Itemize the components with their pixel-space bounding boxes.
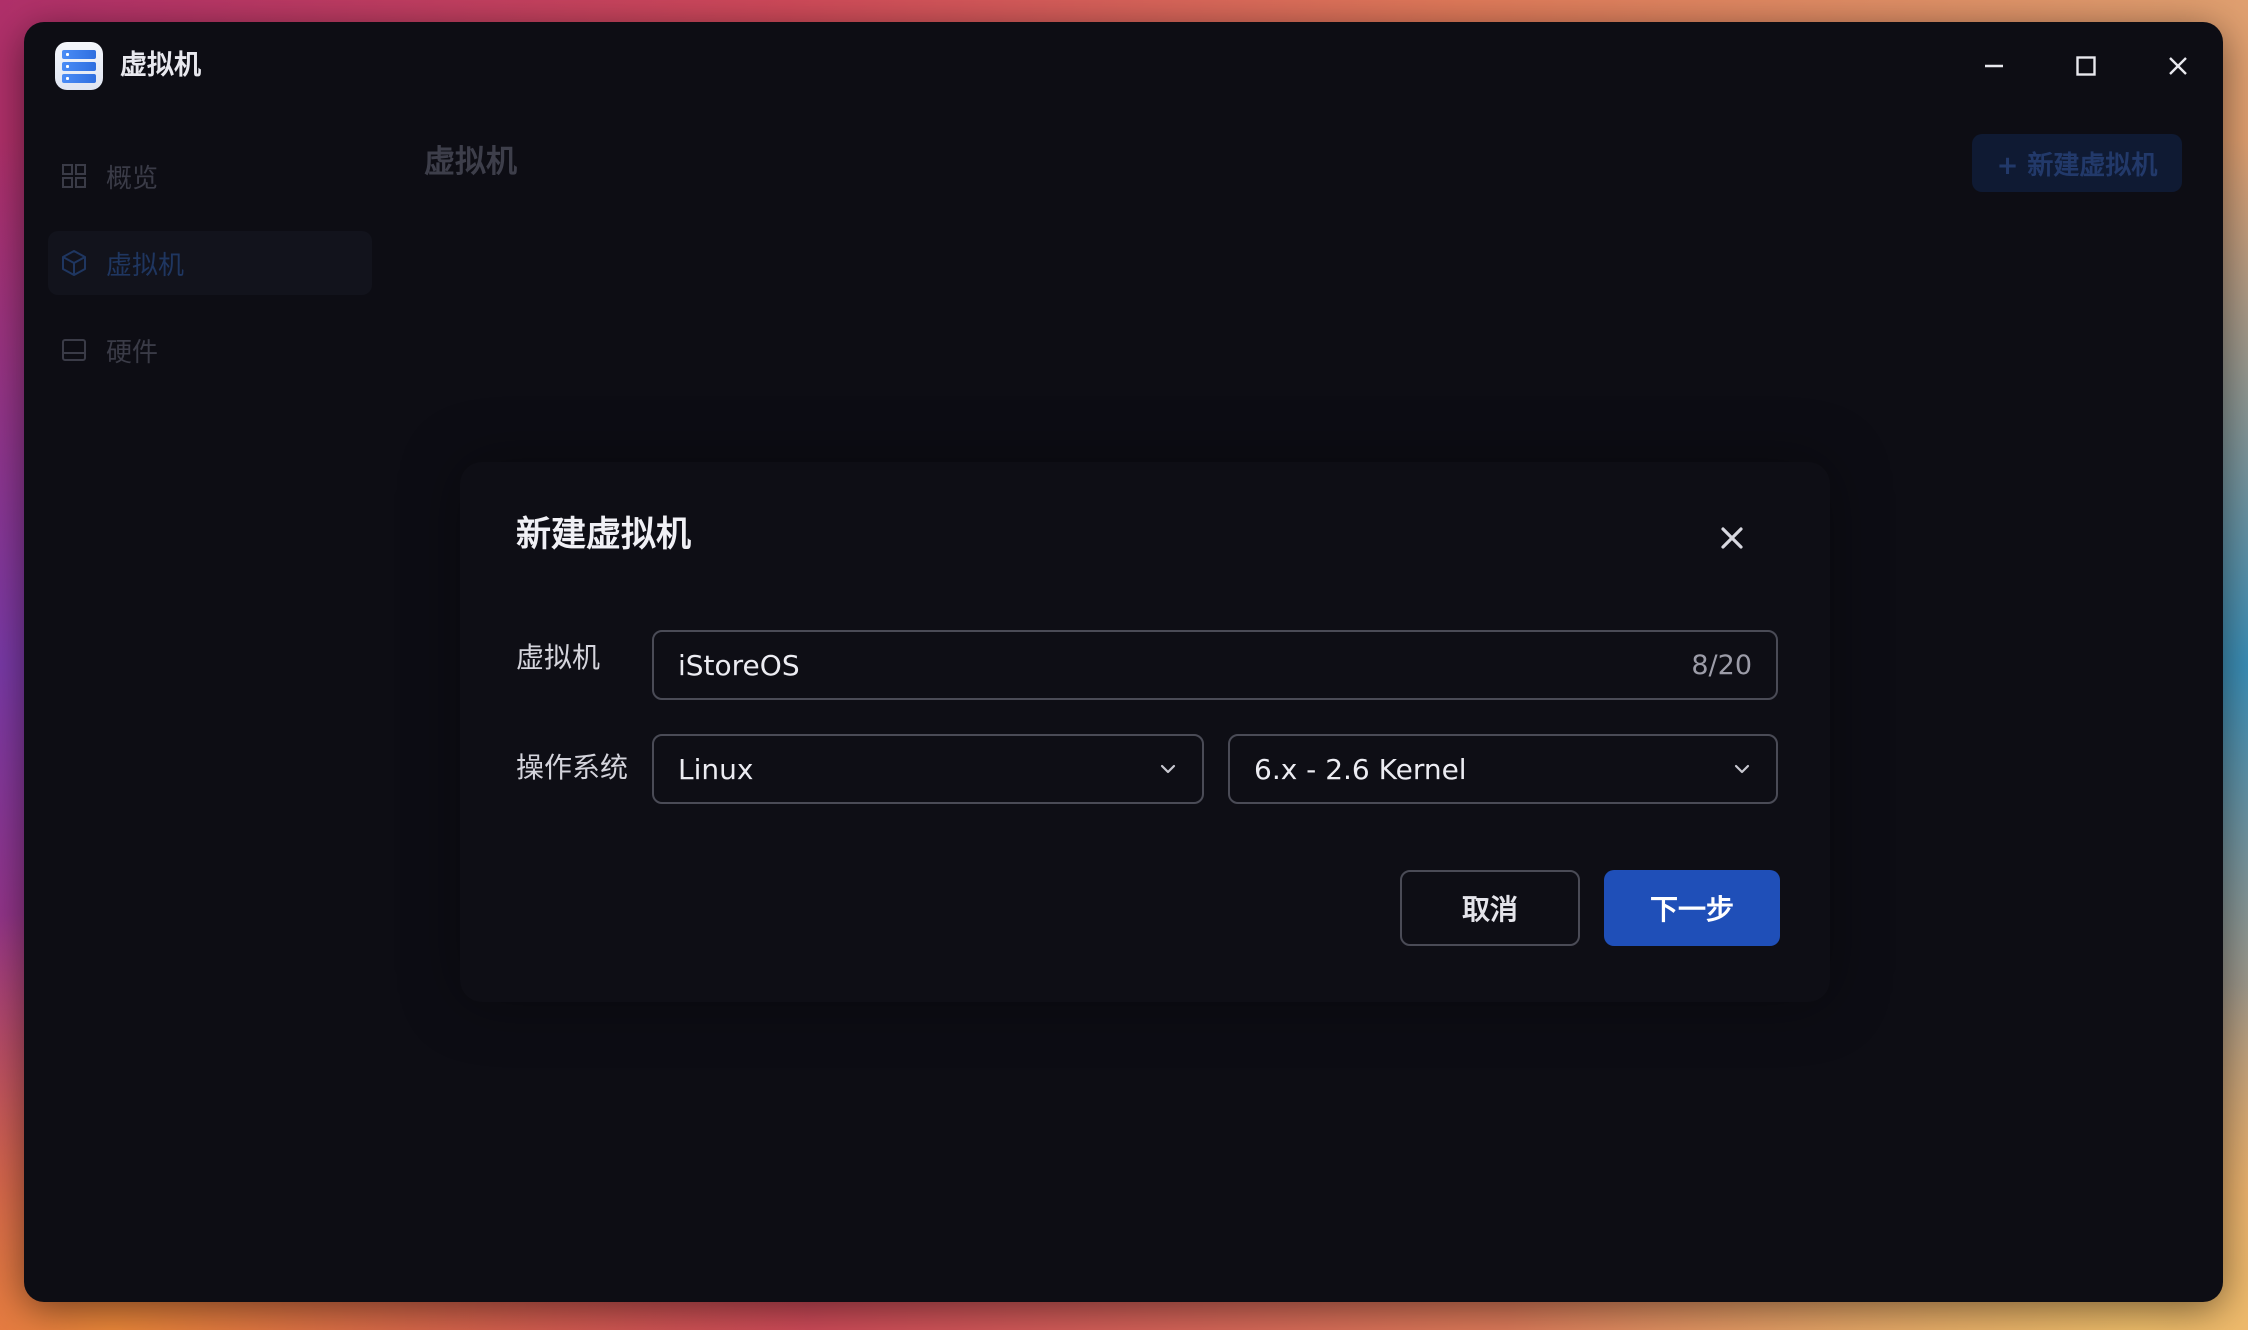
vm-name-input[interactable]: iStoreOS 8/20 <box>652 630 1778 700</box>
char-counter: 8/20 <box>1691 649 1752 681</box>
window-close-button[interactable] <box>2154 42 2202 90</box>
minimize-icon <box>1985 64 2003 68</box>
sidebar-item-hardware[interactable]: 硬件 <box>48 318 372 382</box>
new-vm-dialog: 新建虚拟机 虚拟机 iStoreOS 8/20 操作系统 Linux 6.x -… <box>460 462 1830 1002</box>
grid-icon <box>58 160 90 192</box>
server-stack-icon <box>55 42 103 90</box>
sidebar-item-label: 硬件 <box>106 337 159 368</box>
maximize-button[interactable] <box>2062 42 2110 90</box>
vm-name-label: 虚拟机 <box>516 641 601 674</box>
os-version-select[interactable]: 6.x - 2.6 Kernel <box>1228 734 1778 804</box>
sidebar-item-label: 概览 <box>106 163 159 194</box>
new-vm-button[interactable]: + 新建虚拟机 <box>1972 134 2182 192</box>
close-icon <box>1721 527 1743 549</box>
sidebar-item-label: 虚拟机 <box>106 250 185 281</box>
page-title: 虚拟机 <box>424 144 517 180</box>
chevron-down-icon <box>1156 757 1180 781</box>
drive-icon <box>58 334 90 366</box>
cube-icon <box>58 247 90 279</box>
os-type-value: Linux <box>678 752 754 786</box>
os-version-value: 6.x - 2.6 Kernel <box>1254 752 1467 786</box>
sidebar-item-vm[interactable]: 虚拟机 <box>48 231 372 295</box>
cancel-button[interactable]: 取消 <box>1400 870 1580 946</box>
vm-name-value: iStoreOS <box>678 648 800 682</box>
close-icon <box>2169 57 2187 75</box>
minimize-button[interactable] <box>1970 42 2018 90</box>
dialog-close-button[interactable] <box>1712 518 1752 558</box>
sidebar: 概览 虚拟机 硬件 <box>24 122 384 1302</box>
next-button[interactable]: 下一步 <box>1604 870 1780 946</box>
os-label: 操作系统 <box>516 751 629 784</box>
sidebar-item-overview[interactable]: 概览 <box>48 144 372 208</box>
os-type-select[interactable]: Linux <box>652 734 1204 804</box>
chevron-down-icon <box>1730 757 1754 781</box>
dialog-title: 新建虚拟机 <box>516 515 692 555</box>
maximize-icon <box>2076 56 2096 76</box>
app-window: 虚拟机 概览 虚拟机 硬件 虚拟机 + 新建虚拟机 新建虚拟机 虚拟机 iSto… <box>24 22 2223 1302</box>
window-title: 虚拟机 <box>120 50 201 81</box>
